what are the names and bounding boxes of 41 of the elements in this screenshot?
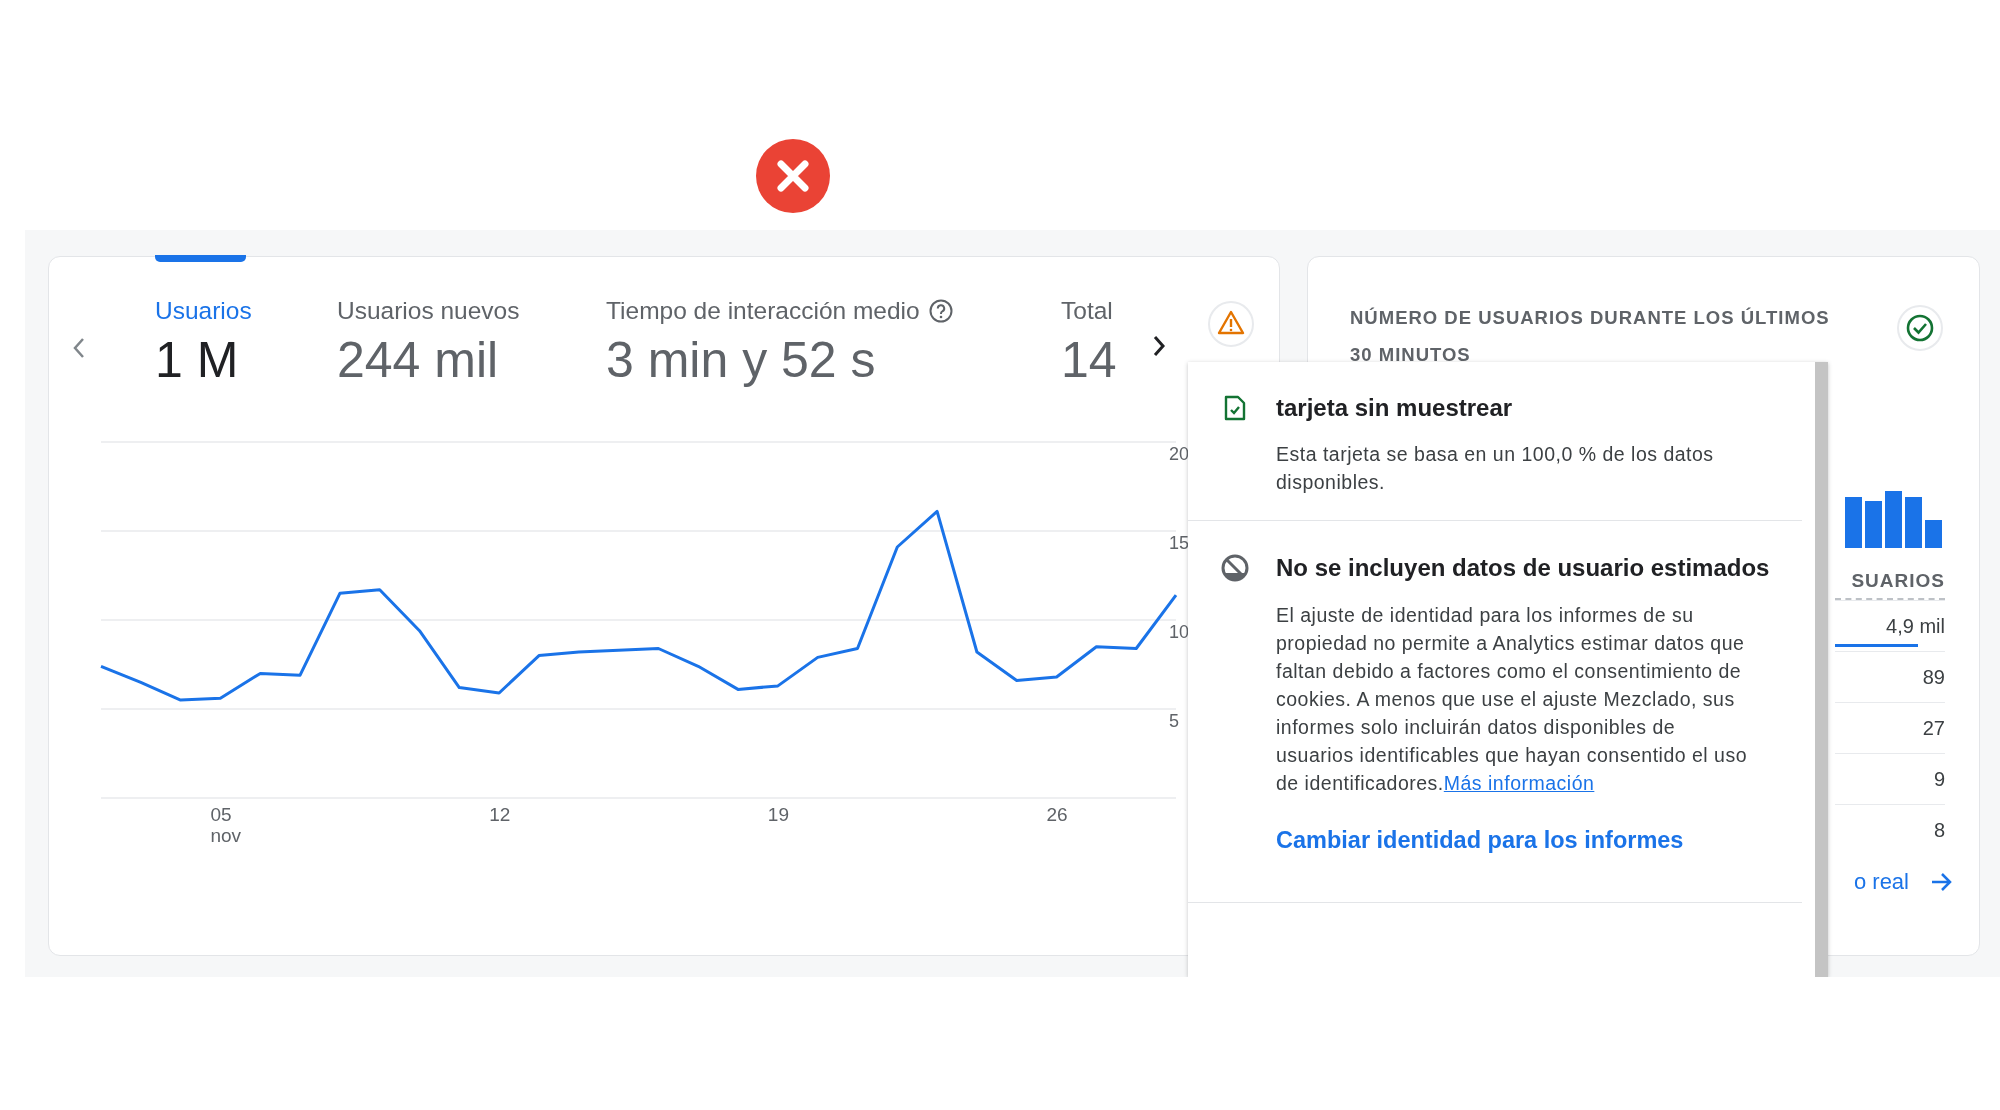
- error-icon: [756, 139, 830, 213]
- axis-tick-label: 12: [489, 804, 511, 825]
- user-count: 89: [1922, 665, 1945, 689]
- metric-value: 244 mil: [337, 331, 500, 389]
- axis-tick-label: 26: [1046, 804, 1068, 825]
- more-info-link[interactable]: Más información: [1443, 772, 1595, 794]
- realtime-link[interactable]: o real: [1853, 869, 1909, 895]
- card-title: NÚMERO DE USUARIOS DURANTE LOS ÚLTIMOS 30 MINUTOS: [1350, 306, 1831, 367]
- axis-tick-label: 20: [1169, 444, 1190, 464]
- help-icon[interactable]: [927, 298, 954, 324]
- user-count: 8: [1933, 818, 1945, 842]
- metric-value: 3 min y 52 s: [606, 331, 877, 389]
- check-circle-icon[interactable]: [1897, 305, 1943, 351]
- metric-value: 1 M: [155, 331, 240, 389]
- scrollbar[interactable]: [1815, 362, 1828, 977]
- popup-section-title: tarjeta sin muestrear: [1276, 394, 1513, 422]
- popup-section-text: Esta tarjeta se basa en un 100,0 % de los datos disponibles.: [1276, 442, 1715, 495]
- axis-tick-label: 5: [1169, 711, 1179, 731]
- metric-label: Tiempo de interacción medio: [606, 297, 920, 325]
- axis-tick-label: 15: [1169, 533, 1190, 553]
- metric-label: Usuarios: [155, 297, 252, 325]
- axis-tick-label: 05 nov: [210, 804, 242, 846]
- metric-label: Usuarios nuevos: [337, 297, 520, 325]
- metric-tab[interactable]: Total 14: [1061, 257, 1143, 389]
- metric-label: Total: [1061, 297, 1113, 325]
- column-heading: SUARIOS: [1835, 570, 1945, 600]
- change-identity-link[interactable]: Cambiar identidad para los informes: [1276, 827, 1684, 854]
- metric-tab[interactable]: Tiempo de interacción medio 3 min y 52 s: [606, 257, 1061, 389]
- warning-icon[interactable]: [1208, 301, 1254, 347]
- axis-tick-label: 10: [1169, 622, 1190, 642]
- user-count: 9: [1933, 767, 1945, 791]
- axis-tick-label: 19: [767, 804, 789, 825]
- user-count: 27: [1922, 716, 1945, 740]
- metric-tab[interactable]: Usuarios nuevos 244 mil: [337, 257, 606, 389]
- popup-section-text: El ajuste de identidad para los informes de su propiedad no permite a Analytics estimar datos que faltan debido a factores como el consentimiento de cookies. A menos que use el ajuste Mezclado, sus informes solo incluirán datos disponibles de usuarios identificables que hayan consentido el uso de identificadores.Más información: [1276, 603, 1749, 796]
- metric-value: 14: [1061, 331, 1118, 389]
- arrow-right-icon[interactable]: [1931, 872, 1953, 892]
- popup-section-title: No se incluyen datos de usuario estimados: [1276, 554, 1770, 582]
- metric-tab[interactable]: Usuarios 1 M: [155, 257, 337, 389]
- user-count: 4,9 mil: [1886, 614, 1945, 638]
- gauge-off-icon: [1220, 553, 1250, 583]
